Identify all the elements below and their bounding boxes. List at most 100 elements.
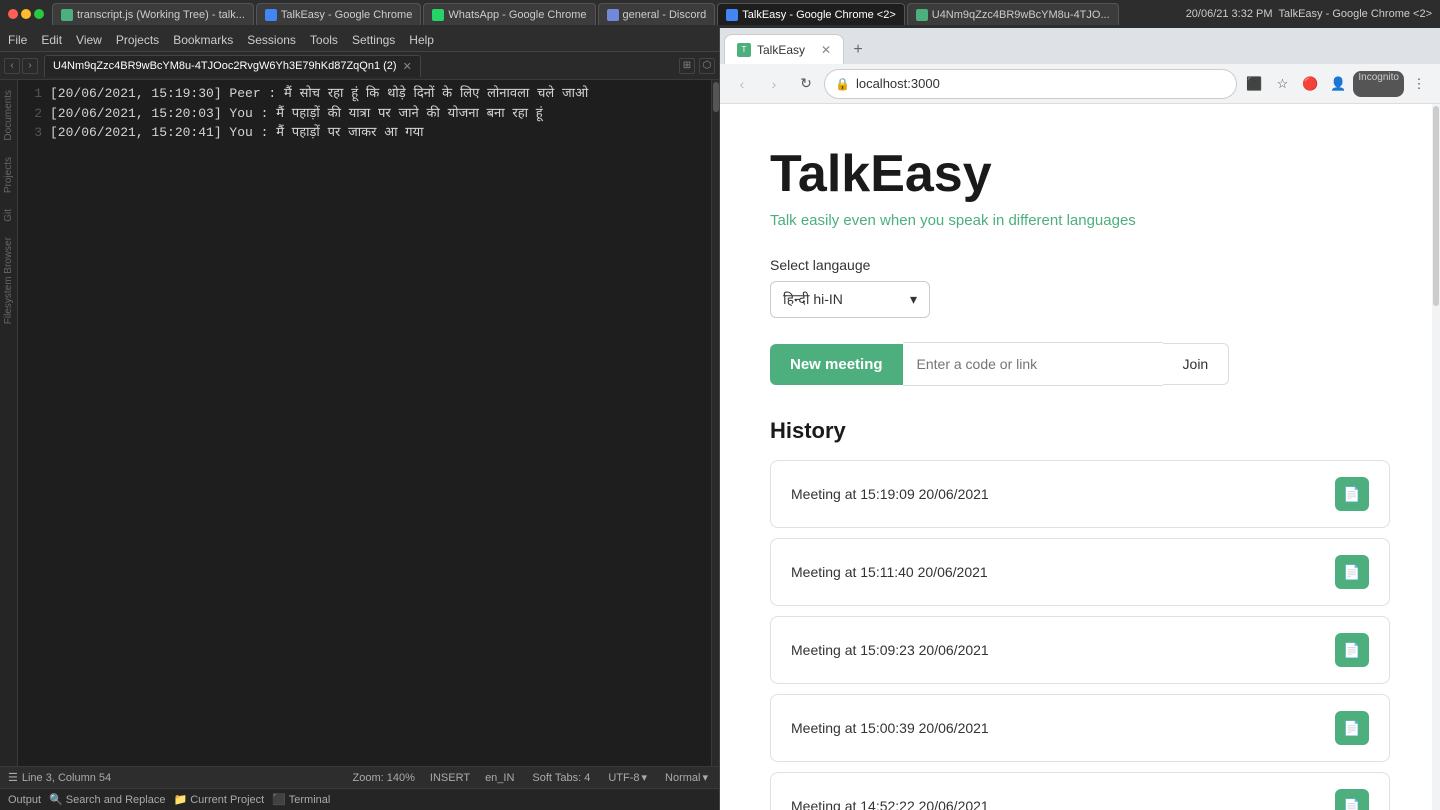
- kate-tab-nav: ‹ ›: [4, 58, 38, 74]
- kate-cursor-position: Line 3, Column 54: [22, 772, 111, 784]
- line-number-1: 1: [26, 84, 42, 104]
- tab-icon-transcript: [61, 9, 73, 21]
- os-tab-kate2[interactable]: U4Nm9qZzc4BR9wBcYM8u-4TJO...: [907, 3, 1119, 25]
- history-item-1-doc-button[interactable]: 📄: [1335, 477, 1369, 511]
- line-number-2: 2: [26, 104, 42, 124]
- kate-menu-file[interactable]: File: [8, 33, 27, 47]
- history-item-2-doc-button[interactable]: 📄: [1335, 555, 1369, 589]
- chrome-address-bar[interactable]: 🔒 localhost:3000: [824, 69, 1237, 99]
- kate-editor-tab[interactable]: U4Nm9qZzc4BR9wBcYM8u-4TJOoc2RvgW6Yh3E79h…: [44, 55, 421, 77]
- os-tab-discord-label: general - Discord: [623, 9, 707, 21]
- os-tab-whatsapp[interactable]: WhatsApp - Google Chrome: [423, 3, 595, 25]
- history-item-3-doc-button[interactable]: 📄: [1335, 633, 1369, 667]
- history-list: Meeting at 15:19:09 20/06/2021 📄 Meeting…: [770, 460, 1390, 810]
- minimize-button[interactable]: [21, 9, 31, 19]
- os-window-title: TalkEasy - Google Chrome <2>: [1279, 8, 1432, 20]
- chrome-back-button[interactable]: ‹: [728, 70, 756, 98]
- new-meeting-button[interactable]: New meeting: [770, 344, 903, 385]
- chrome-address-text: localhost:3000: [856, 76, 1226, 91]
- kate-locale-selector[interactable]: en_IN: [482, 771, 517, 785]
- talkeasy-content: TalkEasy Talk easily even when you speak…: [720, 104, 1440, 810]
- kate-menu-settings[interactable]: Settings: [352, 33, 395, 47]
- chrome-tab-label: TalkEasy: [757, 43, 805, 57]
- chrome-new-tab-button[interactable]: +: [844, 36, 872, 64]
- maximize-button[interactable]: [34, 9, 44, 19]
- kate-activity-bar: Documents Projects Git Filesystem Browse…: [0, 80, 18, 766]
- kate-terminal-label[interactable]: ⬛ Terminal: [272, 793, 330, 806]
- language-select[interactable]: हिन्दी hi-IN ▾: [770, 281, 930, 318]
- kate-hamburger-icon[interactable]: ☰: [8, 771, 18, 784]
- chrome-menu-icon[interactable]: ⋮: [1406, 71, 1432, 97]
- kate-menu-view[interactable]: View: [76, 33, 102, 47]
- kate-eol-label: Normal: [665, 772, 700, 784]
- os-time: 20/06/21 3:32 PM: [1186, 8, 1273, 20]
- close-button[interactable]: [8, 9, 18, 19]
- os-tab-transcript[interactable]: transcript.js (Working Tree) - talk...: [52, 3, 254, 25]
- kate-menu-projects[interactable]: Projects: [116, 33, 159, 47]
- kate-editor-body: Documents Projects Git Filesystem Browse…: [0, 80, 719, 766]
- document-icon-3: 📄: [1343, 642, 1360, 659]
- history-item-1: Meeting at 15:19:09 20/06/2021 📄: [770, 460, 1390, 528]
- kate-encoding-chevron: ▾: [641, 771, 647, 784]
- kate-output-label[interactable]: Output: [8, 794, 41, 806]
- kate-tab-next[interactable]: ›: [22, 58, 38, 74]
- os-tab-transcript-label: transcript.js (Working Tree) - talk...: [77, 9, 245, 21]
- sidebar-item-documents[interactable]: Documents: [1, 86, 16, 145]
- kate-menubar: File Edit View Projects Bookmarks Sessio…: [0, 28, 719, 52]
- chrome-extension-icon[interactable]: 🔴: [1297, 71, 1323, 97]
- sidebar-item-projects[interactable]: Projects: [1, 153, 16, 197]
- kate-split-icon[interactable]: ⊞: [679, 58, 695, 74]
- kate-encoding-selector[interactable]: UTF-8 ▾: [605, 770, 650, 785]
- editor-line-2: 2 [20/06/2021, 15:20:03] You : मैं पहाड़…: [26, 104, 703, 124]
- os-tab-whatsapp-label: WhatsApp - Google Chrome: [448, 9, 586, 21]
- chrome-talkeasy-tab[interactable]: T TalkEasy ✕: [724, 34, 844, 64]
- kate-zoom-selector[interactable]: Zoom: 140%: [350, 771, 418, 785]
- chrome-bookmark-icon[interactable]: ☆: [1269, 71, 1295, 97]
- chrome-scrollbar-thumb: [1433, 106, 1439, 306]
- chrome-tab-close-icon[interactable]: ✕: [821, 43, 831, 57]
- kate-menu-help[interactable]: Help: [409, 33, 434, 47]
- chrome-cast-icon[interactable]: ⬛: [1241, 71, 1267, 97]
- os-tab-talkeasy1[interactable]: TalkEasy - Google Chrome: [256, 3, 421, 25]
- editor-line-1: 1 [20/06/2021, 15:19:30] Peer : मैं सोच …: [26, 84, 703, 104]
- tab-icon-kate2: [916, 9, 928, 21]
- chrome-toolbar-actions: ⬛ ☆ 🔴 👤 Incognito ⋮: [1241, 71, 1432, 97]
- line-content-1: [20/06/2021, 15:19:30] Peer : मैं सोच रह…: [50, 84, 588, 104]
- select-language-label: Select langauge: [770, 257, 1390, 273]
- history-item-5-doc-button[interactable]: 📄: [1335, 789, 1369, 810]
- history-item-2: Meeting at 15:11:40 20/06/2021 📄: [770, 538, 1390, 606]
- kate-tabs-selector[interactable]: Soft Tabs: 4: [529, 771, 593, 785]
- kate-tab-label: U4Nm9qZzc4BR9wBcYM8u-4TJOoc2RvgW6Yh3E79h…: [53, 60, 397, 72]
- kate-search-label[interactable]: 🔍 Search and Replace: [49, 793, 165, 806]
- chrome-reload-button[interactable]: ↻: [792, 70, 820, 98]
- kate-editor[interactable]: 1 [20/06/2021, 15:19:30] Peer : मैं सोच …: [18, 80, 711, 766]
- kate-project-label[interactable]: 📁 Current Project: [173, 793, 264, 806]
- kate-tab-close-icon[interactable]: ✕: [403, 60, 412, 73]
- os-tab-talkeasy2[interactable]: TalkEasy - Google Chrome <2>: [717, 3, 904, 25]
- chrome-toolbar: ‹ › ↻ 🔒 localhost:3000 ⬛ ☆ 🔴 👤 Incognito…: [720, 64, 1440, 104]
- kate-tab-prev[interactable]: ‹: [4, 58, 20, 74]
- chrome-scrollbar[interactable]: [1432, 104, 1440, 810]
- kate-scrollbar[interactable]: [711, 80, 719, 766]
- history-item-4-doc-button[interactable]: 📄: [1335, 711, 1369, 745]
- join-button[interactable]: Join: [1163, 343, 1230, 385]
- os-tab-discord[interactable]: general - Discord: [598, 3, 716, 25]
- kate-float-icon[interactable]: ⬡: [699, 58, 715, 74]
- talkeasy-title: TalkEasy: [770, 144, 1390, 204]
- kate-insert-mode: INSERT: [430, 772, 470, 784]
- kate-menu-bookmarks[interactable]: Bookmarks: [173, 33, 233, 47]
- document-icon-4: 📄: [1343, 720, 1360, 737]
- code-or-link-input[interactable]: [903, 342, 1163, 386]
- sidebar-item-filesystem[interactable]: Filesystem Browser: [1, 233, 16, 328]
- chrome-profile-icon[interactable]: 👤: [1325, 71, 1351, 97]
- document-icon: 📄: [1343, 486, 1360, 503]
- kate-eol-selector[interactable]: Normal ▾: [662, 770, 711, 785]
- history-item-1-label: Meeting at 15:19:09 20/06/2021: [791, 486, 989, 502]
- sidebar-item-git[interactable]: Git: [1, 205, 16, 226]
- chrome-tabbar: T TalkEasy ✕ +: [720, 28, 1440, 64]
- kate-menu-tools[interactable]: Tools: [310, 33, 338, 47]
- kate-menu-edit[interactable]: Edit: [41, 33, 62, 47]
- kate-menu-sessions[interactable]: Sessions: [247, 33, 296, 47]
- kate-tabbar: ‹ › U4Nm9qZzc4BR9wBcYM8u-4TJOoc2RvgW6Yh3…: [0, 52, 719, 80]
- chrome-forward-button[interactable]: ›: [760, 70, 788, 98]
